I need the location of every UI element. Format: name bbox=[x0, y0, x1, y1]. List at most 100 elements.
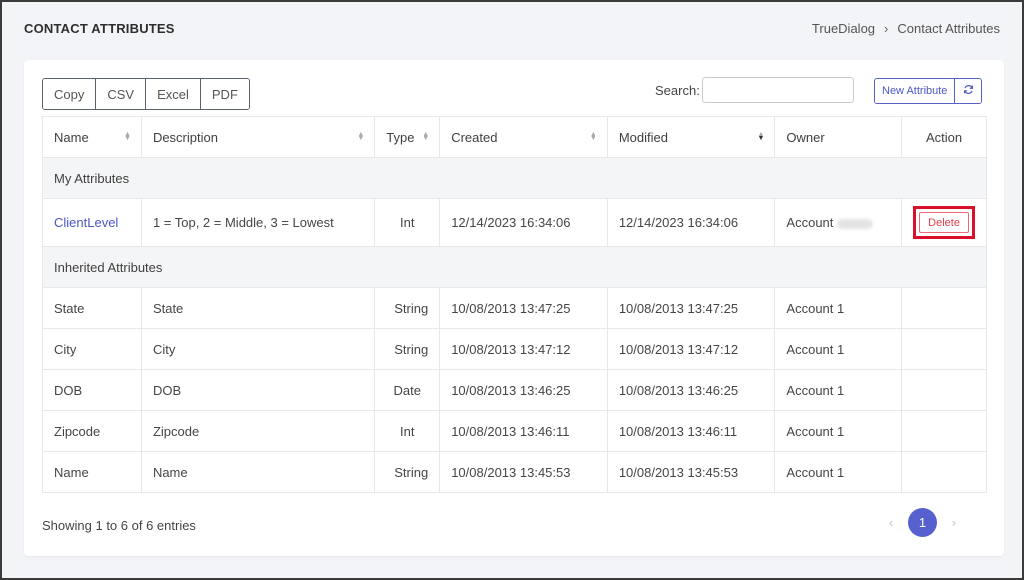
column-label: Name bbox=[54, 129, 89, 145]
table-row: Name Name String 10/08/2013 13:45:53 10/… bbox=[42, 451, 987, 493]
column-label: Modified bbox=[618, 129, 668, 145]
attribute-name-cell: City bbox=[42, 328, 142, 370]
breadcrumb-home-link[interactable]: TrueDialog bbox=[812, 21, 875, 36]
type-cell: String bbox=[374, 451, 441, 493]
group-row-inherited-attributes: Inherited Attributes bbox=[42, 246, 987, 288]
pdf-button[interactable]: PDF bbox=[200, 79, 249, 109]
refresh-icon bbox=[963, 84, 974, 98]
column-header-description[interactable]: Description ▲ ▼ bbox=[140, 116, 376, 158]
modified-cell: 10/08/2013 13:45:53 bbox=[606, 451, 776, 493]
table-row: Zipcode Zipcode Int 10/08/2013 13:46:11 … bbox=[42, 410, 987, 452]
modified-cell: 10/08/2013 13:46:25 bbox=[606, 369, 776, 411]
type-cell: String bbox=[374, 328, 441, 370]
group-label: My Attributes bbox=[42, 157, 987, 199]
delete-button[interactable]: Delete bbox=[919, 212, 969, 233]
excel-button[interactable]: Excel bbox=[146, 79, 201, 109]
breadcrumb: TrueDialog › Contact Attributes bbox=[812, 21, 1000, 36]
owner-cell: Account 1 bbox=[774, 328, 903, 370]
column-header-name[interactable]: Name ▲ ▼ bbox=[42, 116, 142, 158]
created-cell: 10/08/2013 13:47:12 bbox=[439, 328, 608, 370]
created-cell: 12/14/2023 16:34:06 bbox=[439, 198, 608, 247]
column-header-modified[interactable]: Modified ▲ ▼ bbox=[606, 116, 776, 158]
owner-cell: Account 1 bbox=[774, 287, 903, 329]
owner-cell: Account 1 bbox=[774, 369, 903, 411]
description-cell: DOB bbox=[140, 369, 376, 411]
column-label: Owner bbox=[786, 129, 825, 145]
attribute-name-link[interactable]: ClientLevel bbox=[54, 215, 118, 230]
column-header-created[interactable]: Created ▲ ▼ bbox=[439, 116, 608, 158]
created-cell: 10/08/2013 13:46:11 bbox=[439, 410, 608, 452]
table-row: State State String 10/08/2013 13:47:25 1… bbox=[42, 287, 987, 329]
column-header-action: Action bbox=[901, 116, 987, 158]
sort-icon: ▲ ▼ bbox=[124, 131, 131, 142]
action-cell bbox=[901, 287, 987, 329]
column-label: Description bbox=[152, 129, 218, 145]
table-row: City City String 10/08/2013 13:47:12 10/… bbox=[42, 328, 987, 370]
attribute-name-cell: State bbox=[42, 287, 142, 329]
search-input[interactable] bbox=[702, 77, 854, 103]
page-1-button[interactable]: 1 bbox=[908, 508, 937, 537]
attributes-table: Name ▲ ▼ Description ▲ ▼ Type ▲ ▼ Created ▲… bbox=[42, 116, 987, 493]
pagination: ‹ 1 › bbox=[886, 508, 959, 537]
action-cell bbox=[901, 451, 987, 493]
description-cell: Name bbox=[140, 451, 376, 493]
csv-button[interactable]: CSV bbox=[96, 79, 147, 109]
copy-button[interactable]: Copy bbox=[43, 79, 97, 109]
column-label: Created bbox=[451, 129, 498, 145]
attribute-name-cell: Name bbox=[42, 451, 142, 493]
description-cell: State bbox=[140, 287, 376, 329]
column-header-type[interactable]: Type ▲ ▼ bbox=[374, 116, 441, 158]
redacted-account-id bbox=[837, 218, 874, 229]
owner-cell: Account 1 bbox=[774, 451, 903, 493]
sort-icon: ▲ ▼ bbox=[589, 131, 597, 142]
created-cell: 10/08/2013 13:47:25 bbox=[439, 287, 608, 329]
description-cell: City bbox=[140, 328, 376, 370]
modified-cell: 12/14/2023 16:34:06 bbox=[606, 198, 776, 247]
action-cell bbox=[901, 410, 987, 452]
group-row-my-attributes: My Attributes bbox=[42, 157, 987, 199]
owner-label: Account bbox=[786, 215, 834, 230]
created-cell: 10/08/2013 13:45:53 bbox=[439, 451, 608, 493]
type-cell: Date bbox=[374, 369, 441, 411]
type-cell: Int bbox=[374, 198, 441, 247]
description-cell: Zipcode bbox=[140, 410, 376, 452]
page-title: CONTACT ATTRIBUTES bbox=[24, 21, 175, 36]
type-cell: Int bbox=[374, 410, 441, 452]
attribute-name-cell: Zipcode bbox=[42, 410, 142, 452]
next-page-button[interactable]: › bbox=[949, 515, 959, 530]
owner-cell: Account 1 bbox=[774, 410, 903, 452]
owner-cell: Account bbox=[774, 198, 903, 247]
modified-cell: 10/08/2013 13:46:11 bbox=[606, 410, 776, 452]
description-cell: 1 = Top, 2 = Middle, 3 = Lowest bbox=[140, 198, 376, 247]
table-header-row: Name ▲ ▼ Description ▲ ▼ Type ▲ ▼ Created ▲… bbox=[42, 116, 987, 158]
attributes-card: Copy CSV Excel PDF Search: New Attribute bbox=[24, 60, 1004, 556]
new-attribute-button[interactable]: New Attribute bbox=[875, 79, 956, 103]
sort-icon: ▲ ▼ bbox=[357, 131, 365, 142]
breadcrumb-separator: › bbox=[884, 21, 889, 36]
modified-cell: 10/08/2013 13:47:12 bbox=[606, 328, 776, 370]
breadcrumb-current: Contact Attributes bbox=[897, 21, 1000, 36]
table-row: DOB DOB Date 10/08/2013 13:46:25 10/08/2… bbox=[42, 369, 987, 411]
attribute-name-cell: DOB bbox=[42, 369, 142, 411]
column-label: Type bbox=[386, 129, 415, 145]
search-label: Search: bbox=[655, 83, 700, 98]
action-cell: Delete bbox=[901, 198, 987, 247]
action-cell bbox=[901, 369, 987, 411]
type-cell: String bbox=[374, 287, 441, 329]
created-cell: 10/08/2013 13:46:25 bbox=[439, 369, 608, 411]
group-label: Inherited Attributes bbox=[42, 246, 987, 288]
sort-desc-icon: ▲ ▼ bbox=[757, 131, 765, 142]
modified-cell: 10/08/2013 13:47:25 bbox=[606, 287, 776, 329]
export-button-group: Copy CSV Excel PDF bbox=[42, 78, 250, 110]
sort-icon: ▲ ▼ bbox=[422, 131, 430, 142]
refresh-button[interactable] bbox=[955, 79, 982, 103]
column-header-owner: Owner bbox=[774, 116, 903, 158]
previous-page-button[interactable]: ‹ bbox=[886, 515, 896, 530]
entries-info: Showing 1 to 6 of 6 entries bbox=[42, 518, 196, 533]
action-cell bbox=[901, 328, 987, 370]
new-attribute-group: New Attribute bbox=[874, 78, 983, 104]
app-frame: CONTACT ATTRIBUTES TrueDialog › Contact … bbox=[0, 0, 1024, 580]
column-label: Action bbox=[926, 129, 963, 145]
table-row: ClientLevel 1 = Top, 2 = Middle, 3 = Low… bbox=[42, 198, 987, 247]
delete-highlight-box: Delete bbox=[913, 206, 975, 239]
